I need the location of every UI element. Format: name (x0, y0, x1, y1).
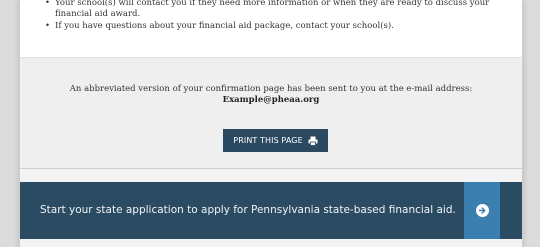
arrow-right-circle-icon (475, 204, 489, 217)
print-page-button[interactable]: PRINT THIS PAGE (223, 129, 328, 152)
info-bullet-list: Your school(s) will contact you if they … (45, 0, 515, 33)
info-bullet: If you have questions about your financi… (45, 21, 515, 32)
state-application-arrow-button[interactable] (464, 182, 500, 239)
confirmation-message: An abbreviated version of your confirmat… (69, 84, 473, 94)
confirmation-email: Example@pheaa.org (222, 95, 320, 105)
confirmation-panel: An abbreviated version of your confirmat… (20, 58, 522, 168)
section-divider (20, 168, 522, 169)
print-button-label: PRINT THIS PAGE (233, 136, 303, 145)
info-bullet: Your school(s) will contact you if they … (45, 0, 515, 20)
state-application-text[interactable]: Start your state application to apply fo… (40, 204, 456, 216)
state-application-banner[interactable]: Start your state application to apply fo… (20, 182, 522, 239)
printer-icon (308, 136, 318, 146)
info-panel: Your school(s) will contact you if they … (20, 0, 522, 58)
page-frame: Your school(s) will contact you if they … (19, 0, 523, 247)
